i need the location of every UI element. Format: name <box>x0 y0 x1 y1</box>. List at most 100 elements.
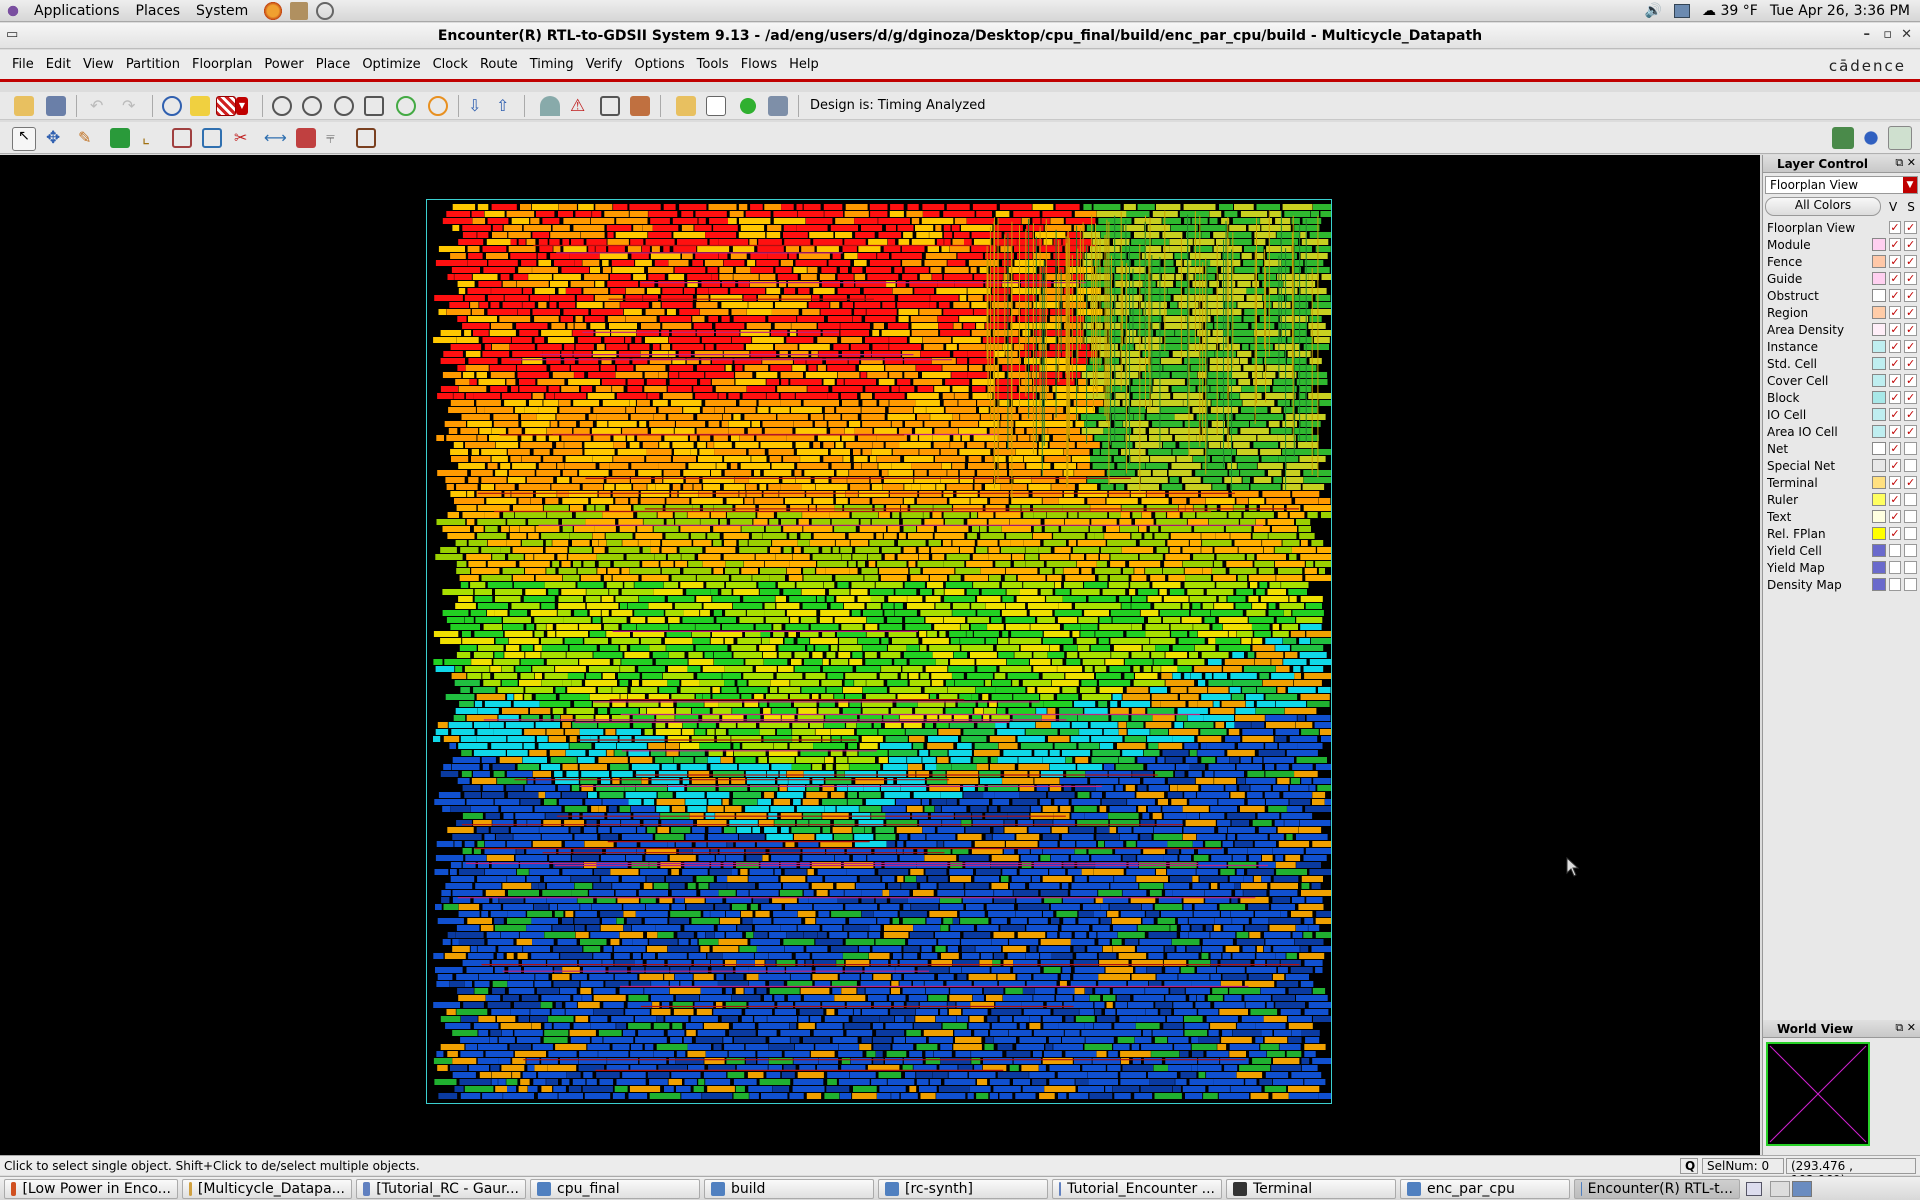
menu-file[interactable]: File <box>6 57 40 72</box>
layer-color-swatch[interactable] <box>1871 442 1886 455</box>
notes-icon[interactable] <box>676 96 696 116</box>
places-menu[interactable]: Places <box>128 3 189 19</box>
panel-close-icon[interactable]: ✕ <box>1907 156 1916 169</box>
taskbar-item[interactable]: Tutorial_Encounter ... <box>1052 1178 1222 1199</box>
view-layout-icon[interactable] <box>1832 127 1854 149</box>
edit-pin-icon[interactable]: ⫧ <box>326 128 346 148</box>
color-dropdown-icon[interactable]: ▼ <box>236 97 248 115</box>
undock-icon[interactable]: ⧉ <box>1895 1021 1903 1034</box>
redraw-icon[interactable] <box>428 96 448 116</box>
layer-selectable-checkbox[interactable] <box>1904 459 1917 472</box>
layer-visible-checkbox[interactable]: ✓ <box>1888 391 1902 404</box>
violation-browser-icon[interactable]: ⚠ <box>570 96 590 116</box>
workspace-1-icon[interactable] <box>1770 1180 1790 1197</box>
layer-row[interactable]: IO Cell ✓ ✓ <box>1763 406 1920 423</box>
split-icon[interactable]: ⟷ <box>264 128 287 148</box>
report-icon[interactable] <box>706 96 726 116</box>
redo-icon[interactable]: ↷ <box>122 96 142 116</box>
attribute-editor-icon[interactable] <box>190 96 210 116</box>
system-menu[interactable]: System <box>188 3 256 19</box>
layer-selectable-checkbox[interactable]: ✓ <box>1904 340 1917 353</box>
taskbar-item[interactable]: [Multicycle_Datapa... <box>182 1178 352 1199</box>
layer-selectable-checkbox[interactable]: ✓ <box>1904 357 1917 370</box>
layer-row[interactable]: Fence ✓ ✓ <box>1763 253 1920 270</box>
layer-selectable-checkbox[interactable] <box>1904 510 1917 523</box>
layer-row[interactable]: Text ✓ <box>1763 508 1920 525</box>
layer-selectable-checkbox[interactable] <box>1904 527 1917 540</box>
tools-icon[interactable] <box>630 96 650 116</box>
layer-color-swatch[interactable] <box>1871 255 1886 268</box>
layer-color-swatch[interactable] <box>1871 272 1886 285</box>
chevron-down-icon[interactable]: ▼ <box>1903 177 1917 193</box>
layer-row[interactable]: Yield Map <box>1763 559 1920 576</box>
group-icon[interactable] <box>356 128 376 148</box>
zoom-icon[interactable] <box>272 96 292 116</box>
layer-visible-checkbox[interactable] <box>1888 544 1902 557</box>
hierarchy-up-icon[interactable]: ⇧ <box>496 96 516 116</box>
menu-flows[interactable]: Flows <box>735 57 783 72</box>
menu-clock[interactable]: Clock <box>427 57 474 72</box>
layer-row[interactable]: Region ✓ ✓ <box>1763 304 1920 321</box>
taskbar-item[interactable]: Encounter(R) RTL-t... <box>1574 1178 1740 1199</box>
volume-icon[interactable]: 🔊 <box>1645 3 1662 19</box>
info-icon[interactable] <box>162 96 182 116</box>
menu-edit[interactable]: Edit <box>40 57 77 72</box>
layer-row[interactable]: Block ✓ ✓ <box>1763 389 1920 406</box>
layer-row[interactable]: Terminal ✓ ✓ <box>1763 474 1920 491</box>
menu-partition[interactable]: Partition <box>120 57 186 72</box>
layer-visible-checkbox[interactable]: ✓ <box>1888 340 1902 353</box>
layer-visible-checkbox[interactable]: ✓ <box>1888 425 1902 438</box>
taskbar-item[interactable]: build <box>704 1178 874 1199</box>
layer-visible-checkbox[interactable]: ✓ <box>1888 442 1902 455</box>
menu-view[interactable]: View <box>77 57 120 72</box>
taskbar-item[interactable]: [Tutorial_RC - Gaur... <box>356 1178 526 1199</box>
layer-selectable-checkbox[interactable] <box>1904 561 1917 574</box>
layer-row[interactable]: Rel. FPlan ✓ <box>1763 525 1920 542</box>
layer-color-swatch[interactable] <box>1871 323 1886 336</box>
layer-visible-checkbox[interactable]: ✓ <box>1888 476 1902 489</box>
add-via-icon[interactable]: ⌞ <box>142 128 162 148</box>
q-button[interactable]: Q <box>1680 1158 1698 1174</box>
layer-row[interactable]: Density Map <box>1763 576 1920 593</box>
menu-route[interactable]: Route <box>474 57 524 72</box>
zoom-out-icon[interactable] <box>334 96 354 116</box>
all-colors-button[interactable]: All Colors <box>1765 197 1881 216</box>
layer-selectable-checkbox[interactable] <box>1904 578 1917 591</box>
layer-visible-checkbox[interactable] <box>1888 578 1902 591</box>
minimize-icon[interactable]: – <box>1864 27 1871 42</box>
layer-color-swatch[interactable] <box>1871 408 1886 421</box>
power-icon[interactable] <box>316 1 335 20</box>
layer-selectable-checkbox[interactable]: ✓ <box>1904 391 1917 404</box>
taskbar-item[interactable]: Terminal <box>1226 1178 1396 1199</box>
firefox-icon[interactable] <box>264 1 283 20</box>
move-icon[interactable]: ✥ <box>46 128 66 148</box>
layer-selectable-checkbox[interactable]: ✓ <box>1904 289 1917 302</box>
layer-row[interactable]: Std. Cell ✓ ✓ <box>1763 355 1920 372</box>
layer-selectable-checkbox[interactable]: ✓ <box>1904 374 1917 387</box>
view-physical-icon[interactable] <box>1888 126 1912 150</box>
layer-visible-checkbox[interactable]: ✓ <box>1888 357 1902 370</box>
cut-icon[interactable]: ✂ <box>234 128 254 148</box>
layer-selectable-checkbox[interactable]: ✓ <box>1904 408 1917 421</box>
layer-color-swatch[interactable] <box>1871 476 1886 489</box>
layer-color-swatch[interactable] <box>1871 306 1886 319</box>
layer-color-swatch[interactable] <box>1871 357 1886 370</box>
layer-row[interactable]: Cover Cell ✓ ✓ <box>1763 372 1920 389</box>
group-visible-checkbox[interactable]: ✓ <box>1888 221 1902 234</box>
layer-visible-checkbox[interactable]: ✓ <box>1888 306 1902 319</box>
zoom-selected-icon[interactable] <box>396 96 416 116</box>
undock-icon[interactable]: ⧉ <box>1895 156 1903 169</box>
settings-icon[interactable] <box>768 96 788 116</box>
layer-color-swatch[interactable] <box>1871 391 1886 404</box>
menu-tools[interactable]: Tools <box>691 57 735 72</box>
layer-row[interactable]: Obstruct ✓ ✓ <box>1763 287 1920 304</box>
layer-visible-checkbox[interactable]: ✓ <box>1888 493 1902 506</box>
layer-color-swatch[interactable] <box>1871 459 1886 472</box>
save-icon[interactable] <box>46 96 66 116</box>
open-icon[interactable] <box>14 96 34 116</box>
taskbar-item[interactable]: [Low Power in Enco... <box>4 1178 178 1199</box>
layer-color-swatch[interactable] <box>1871 340 1886 353</box>
layer-row[interactable]: Guide ✓ ✓ <box>1763 270 1920 287</box>
layer-visible-checkbox[interactable]: ✓ <box>1888 527 1902 540</box>
layer-selectable-checkbox[interactable]: ✓ <box>1904 425 1917 438</box>
